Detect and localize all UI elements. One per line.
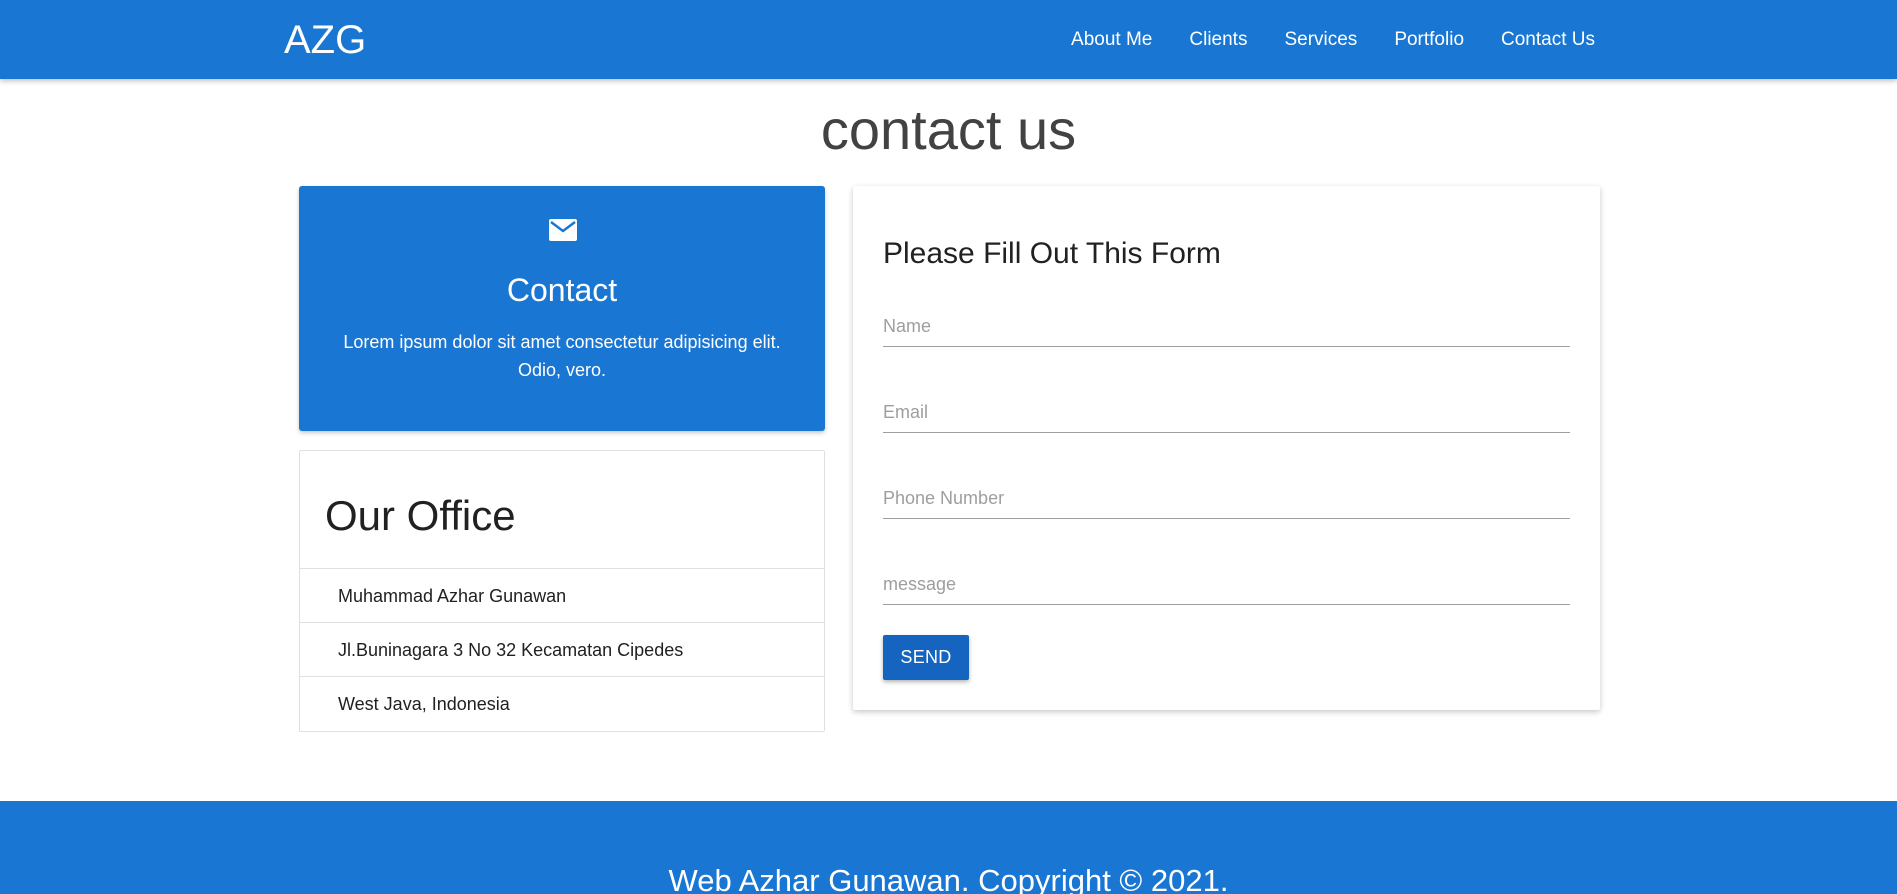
office-item-region: West Java, Indonesia <box>300 676 824 730</box>
nav-link-about-me[interactable]: About Me <box>1071 29 1152 51</box>
office-panel: Our Office Muhammad Azhar Gunawan Jl.Bun… <box>299 450 825 732</box>
office-title: Our Office <box>325 492 516 539</box>
contact-form: Please Fill Out This Form SEND <box>853 186 1600 710</box>
navbar: AZG About Me Clients Services Portfolio … <box>0 0 1897 79</box>
nav-link-clients[interactable]: Clients <box>1189 29 1247 51</box>
contact-card-title: Contact <box>506 272 618 308</box>
nav-link-portfolio[interactable]: Portfolio <box>1394 29 1464 51</box>
phone-field[interactable] <box>883 479 1570 519</box>
email-field[interactable] <box>883 393 1570 433</box>
mail-icon <box>549 219 577 241</box>
contact-card-text: Lorem ipsum dolor sit amet consectetur a… <box>343 332 781 380</box>
office-item-name: Muhammad Azhar Gunawan <box>300 568 824 622</box>
send-button[interactable]: SEND <box>883 635 969 680</box>
footer: Web Azhar Gunawan. Copyright © 2021. <box>0 801 1897 894</box>
nav-links: About Me Clients Services Portfolio Cont… <box>1034 0 1595 79</box>
office-list: Muhammad Azhar Gunawan Jl.Buninagara 3 N… <box>300 568 824 730</box>
office-item-address: Jl.Buninagara 3 No 32 Kecamatan Cipedes <box>300 622 824 676</box>
message-field[interactable] <box>883 565 1570 605</box>
name-field[interactable] <box>883 307 1570 347</box>
form-title: Please Fill Out This Form <box>883 237 1221 270</box>
nav-link-services[interactable]: Services <box>1284 29 1357 51</box>
page-title: contact us <box>820 98 1077 161</box>
brand-logo[interactable]: AZG <box>284 18 366 62</box>
footer-copyright: Web Azhar Gunawan. Copyright © 2021. <box>668 863 1229 894</box>
contact-card: Contact Lorem ipsum dolor sit amet conse… <box>299 186 825 431</box>
nav-link-contact-us[interactable]: Contact Us <box>1501 29 1595 51</box>
